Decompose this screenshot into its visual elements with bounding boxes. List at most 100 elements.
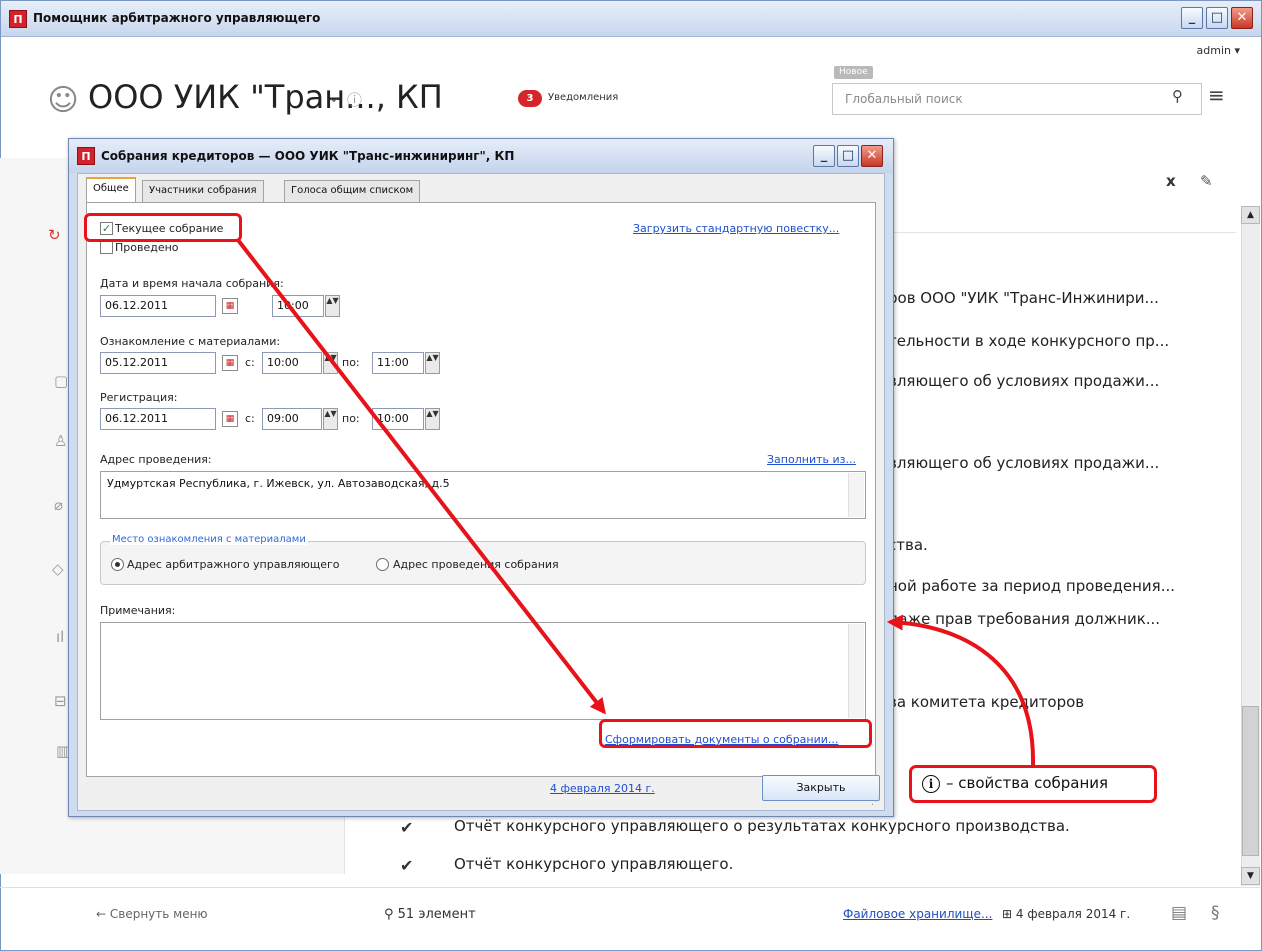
collapse-menu-button[interactable]: ← Свернуть меню xyxy=(96,907,208,921)
review-from-spinner[interactable]: ▲▼ xyxy=(323,352,338,374)
new-tag: Новое xyxy=(834,66,873,79)
agenda-item-partial: ной работе за период проведения... xyxy=(888,577,1175,595)
agenda-item-partial: вляющего об условиях продажи... xyxy=(888,372,1160,390)
user-menu[interactable]: admin ▾ xyxy=(1197,44,1240,57)
review-date-input[interactable]: 05.12.2011 xyxy=(100,352,216,374)
dialog-title: Собрания кредиторов — ООО УИК "Транс-инж… xyxy=(101,149,515,163)
radio-meeting-label: Адрес проведения собрания xyxy=(393,558,559,571)
minimize-button[interactable]: _ xyxy=(1181,7,1203,29)
sidebar-icon[interactable]: ⌀ xyxy=(54,496,63,514)
dialog-minimize-button[interactable]: _ xyxy=(813,145,835,167)
notes-label: Примечания: xyxy=(100,604,176,617)
dialog-close-button[interactable]: ✕ xyxy=(861,145,883,167)
chevron-down-icon[interactable]: ⌄ xyxy=(328,90,340,106)
notes-textarea[interactable] xyxy=(100,622,866,720)
company-title[interactable]: ООО УИК "Тран..., КП xyxy=(88,78,443,116)
calendar-icon[interactable]: ▦ xyxy=(222,411,238,427)
dialog-maximize-button[interactable]: □ xyxy=(837,145,859,167)
sidebar-icon[interactable]: ◇ xyxy=(52,560,64,578)
hamburger-menu-icon[interactable]: ≡ xyxy=(1208,83,1225,107)
annotation-highlight-make-docs xyxy=(599,719,872,748)
registration-from-input[interactable]: 09:00 xyxy=(262,408,322,430)
address-scrollbar[interactable] xyxy=(848,473,864,517)
agenda-item: Отчёт конкурсного управляющего о результ… xyxy=(454,817,1070,835)
review-to-spinner[interactable]: ▲▼ xyxy=(425,352,440,374)
start-label: Дата и время начала собрания: xyxy=(100,277,284,290)
close-dialog-button[interactable]: Закрыть xyxy=(762,775,880,801)
radio-arbitration-label: Адрес арбитражного управляющего xyxy=(127,558,340,571)
address-value: Удмуртская Республика, г. Ижевск, ул. Ав… xyxy=(107,477,450,490)
file-storage-link[interactable]: Файловое хранилище... xyxy=(843,907,992,921)
resize-gripper[interactable]: ⋰ xyxy=(871,796,881,807)
to-label: по: xyxy=(342,412,360,425)
notes-scrollbar[interactable] xyxy=(848,624,864,718)
registration-date-input[interactable]: 06.12.2011 xyxy=(100,408,216,430)
main-titlebar: П Помощник арбитражного управляющего _ □… xyxy=(1,1,1261,37)
meetings-icon[interactable]: ↻ xyxy=(48,226,61,244)
registration-to-input[interactable]: 10:00 xyxy=(372,408,424,430)
annotation-text: – свойства собрания xyxy=(946,774,1109,792)
from-label: с: xyxy=(245,356,255,369)
scroll-up-button[interactable]: ▲ xyxy=(1241,206,1260,224)
excel-export-icon[interactable]: x xyxy=(1166,172,1176,190)
document-icon[interactable]: ▤ xyxy=(1171,903,1187,923)
edit-icon[interactable]: ✎ xyxy=(1200,172,1213,190)
agenda-item-partial: вляющего об условиях продажи... xyxy=(888,454,1160,472)
from-label: с: xyxy=(245,412,255,425)
held-label: Проведено xyxy=(115,241,179,254)
registration-from-spinner[interactable]: ▲▼ xyxy=(323,408,338,430)
item-count: ⚲ 51 элемент xyxy=(384,907,476,922)
agenda-item-partial: ров ООО "УИК "Транс-Инжинири... xyxy=(888,289,1159,307)
start-time-spinner[interactable]: ▲▼ xyxy=(325,295,340,317)
address-textarea[interactable]: Удмуртская Республика, г. Ижевск, ул. Ав… xyxy=(100,471,866,519)
to-label: по: xyxy=(342,356,360,369)
load-agenda-link[interactable]: Загрузить стандартную повестку... xyxy=(633,222,839,235)
start-date-input[interactable]: 06.12.2011 xyxy=(100,295,216,317)
review-to-input[interactable]: 11:00 xyxy=(372,352,424,374)
notification-count-badge[interactable]: 3 xyxy=(518,90,542,107)
agenda-item-partial: ва комитета кредиторов xyxy=(888,693,1085,711)
global-search-input[interactable]: Глобальный поиск xyxy=(832,83,1202,115)
date-link[interactable]: 4 февраля 2014 г. xyxy=(550,782,655,795)
notifications-link[interactable]: Уведомления xyxy=(548,92,618,103)
info-icon[interactable]: ⓘ xyxy=(347,89,362,110)
close-button[interactable]: ✕ xyxy=(1231,7,1253,29)
agenda-item: Отчёт конкурсного управляющего. xyxy=(454,855,734,873)
start-time-input[interactable]: 10:00 xyxy=(272,295,324,317)
sidebar-icon[interactable]: ▢ xyxy=(54,372,68,390)
tab-votes[interactable]: Голоса общим списком xyxy=(284,180,421,202)
review-place-group-title: Место ознакомления с материалами xyxy=(110,534,308,545)
registration-to-spinner[interactable]: ▲▼ xyxy=(425,408,440,430)
person-icon: ☺ xyxy=(47,83,79,118)
agenda-item-partial: даже прав требования должник... xyxy=(888,610,1161,628)
sidebar-icon[interactable]: ıl xyxy=(56,628,64,646)
sidebar-icon[interactable]: ⊟ xyxy=(54,692,67,710)
scroll-thumb[interactable] xyxy=(1242,706,1259,856)
maximize-button[interactable]: □ xyxy=(1206,7,1228,29)
annotation-info-callout: i – свойства собрания xyxy=(909,765,1157,803)
search-icon[interactable]: ⚲ xyxy=(1172,87,1183,105)
review-label: Ознакомление с материалами: xyxy=(100,335,281,348)
calendar-icon[interactable]: ▦ xyxy=(222,355,238,371)
sidebar-icon[interactable]: ♙ xyxy=(54,432,67,450)
review-from-input[interactable]: 10:00 xyxy=(262,352,322,374)
annotation-highlight-current xyxy=(84,213,242,242)
app-icon: П xyxy=(9,10,27,28)
tab-general[interactable]: Общее xyxy=(86,177,136,202)
footer-date: ⊞ 4 февраля 2014 г. xyxy=(1002,907,1131,921)
held-checkbox[interactable] xyxy=(100,241,113,254)
section-icon[interactable]: § xyxy=(1211,903,1220,923)
registration-label: Регистрация: xyxy=(100,391,178,404)
dialog-body: Общее Участники собрания Голоса общим сп… xyxy=(77,173,885,811)
radio-arbitration-address[interactable] xyxy=(111,558,124,571)
footer-divider xyxy=(0,887,1260,888)
check-icon: ✔ xyxy=(400,856,414,875)
check-icon: ✔ xyxy=(400,818,414,837)
fill-from-link[interactable]: Заполнить из... xyxy=(767,453,856,466)
radio-meeting-address[interactable] xyxy=(376,558,389,571)
tab-participants[interactable]: Участники собрания xyxy=(142,180,264,202)
calendar-icon[interactable]: ▦ xyxy=(222,298,238,314)
general-panel: ✓ Текущее собрание Проведено Загрузить с… xyxy=(86,202,876,777)
scroll-down-button[interactable]: ▼ xyxy=(1241,867,1260,885)
window-title: Помощник арбитражного управляющего xyxy=(33,11,321,25)
